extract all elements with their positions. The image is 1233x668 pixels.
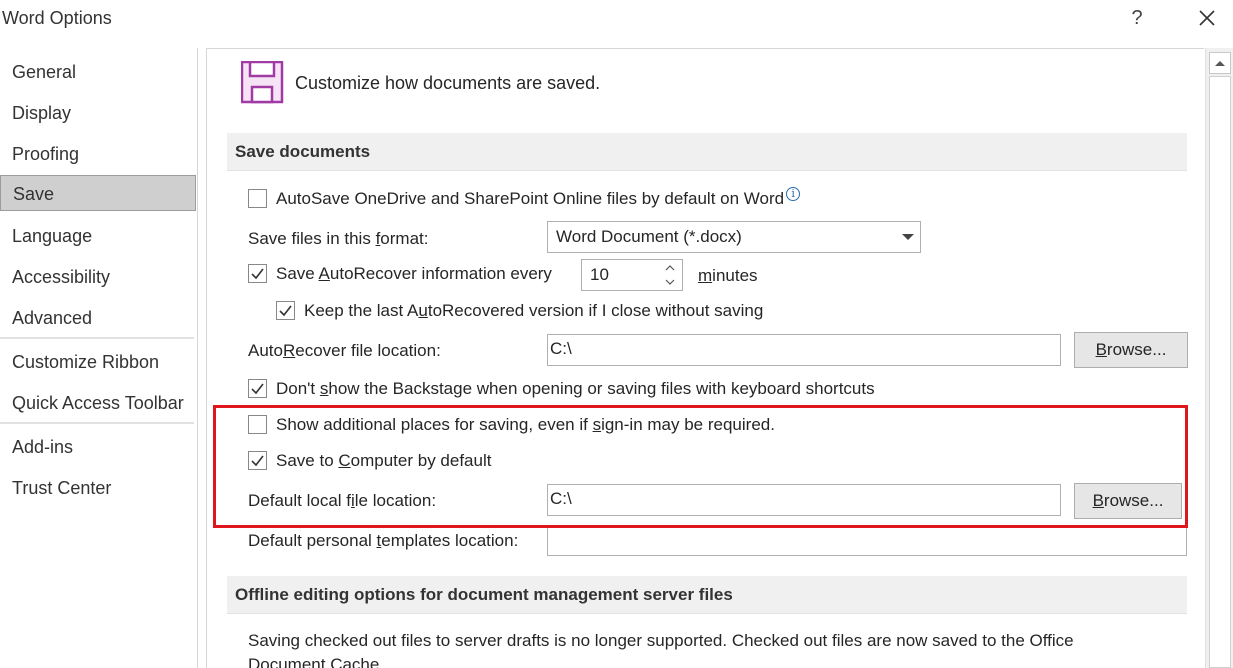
scroll-thumb[interactable] <box>1209 76 1231 668</box>
section-title: Offline editing options for document man… <box>235 585 733 604</box>
save-format-value: Word Document (*.docx) <box>556 227 742 246</box>
info-icon[interactable]: i <box>786 187 801 201</box>
save-floppy-icon <box>241 61 284 104</box>
templates-location-label: Default personal templates location: <box>248 531 519 550</box>
checkmark-icon <box>279 305 292 317</box>
section-header-offline-editing: Offline editing options for document man… <box>227 576 1187 614</box>
close-button[interactable] <box>1192 4 1222 32</box>
sidebar-item-trust-center[interactable]: Trust Center <box>0 470 196 506</box>
spin-arrows-icon[interactable] <box>664 262 676 288</box>
title-bar: Word Options ? <box>0 0 1233 40</box>
save-format-dropdown[interactable]: Word Document (*.docx) <box>547 221 921 253</box>
chevron-up-icon <box>1215 61 1225 66</box>
minutes-label: minutes <box>698 266 758 285</box>
page-heading: Customize how documents are saved. <box>295 73 601 93</box>
autorecover-browse-button[interactable]: Browse... <box>1074 332 1188 368</box>
keep-last-version-checkbox[interactable] <box>276 301 295 320</box>
sidebar-item-proofing[interactable]: Proofing <box>0 136 196 172</box>
autorecover-checkbox[interactable] <box>248 264 267 283</box>
sidebar-item-add-ins[interactable]: Add-ins <box>0 429 196 465</box>
autorecover-label: Save AutoRecover information every <box>276 264 552 283</box>
autosave-text: AutoSave OneDrive and SharePoint Online … <box>276 189 785 208</box>
offline-description: Saving checked out files to server draft… <box>248 631 1074 668</box>
autorecover-location-input[interactable]: C:\ <box>547 334 1061 366</box>
autosave-label: AutoSave OneDrive and SharePoint Online … <box>276 187 801 209</box>
checkmark-icon <box>251 383 264 395</box>
keep-last-version-label: Keep the last AutoRecovered version if I… <box>304 301 764 320</box>
sidebar-item-display[interactable]: Display <box>0 95 196 131</box>
sidebar-item-quick-access-toolbar[interactable]: Quick Access Toolbar <box>0 385 196 421</box>
hide-backstage-label: Don't show the Backstage when opening or… <box>276 379 875 398</box>
sidebar: General Display Proofing Save Language A… <box>0 48 198 668</box>
window-title: Word Options <box>2 8 112 28</box>
section-header-save-documents: Save documents <box>227 133 1187 171</box>
autorecover-minutes-value: 10 <box>590 265 609 284</box>
chevron-down-icon <box>902 234 914 240</box>
highlight-box <box>213 405 1188 528</box>
autorecover-location-label: AutoRecover file location: <box>248 341 441 360</box>
close-icon <box>1199 10 1215 26</box>
sidebar-separator <box>0 337 194 339</box>
sidebar-item-customize-ribbon[interactable]: Customize Ribbon <box>0 344 196 380</box>
sidebar-item-language[interactable]: Language <box>0 218 196 254</box>
templates-location-input[interactable] <box>547 526 1187 556</box>
sidebar-item-general[interactable]: General <box>0 54 196 90</box>
sidebar-item-accessibility[interactable]: Accessibility <box>0 259 196 295</box>
autosave-checkbox[interactable] <box>248 189 267 208</box>
hide-backstage-checkbox[interactable] <box>248 379 267 398</box>
checkmark-icon <box>251 268 264 280</box>
autorecover-minutes-stepper[interactable]: 10 <box>581 259 683 291</box>
options-content: Customize how documents are saved. Save … <box>206 48 1204 668</box>
vertical-scrollbar[interactable] <box>1205 48 1233 668</box>
section-title: Save documents <box>235 142 371 161</box>
scroll-up-button[interactable] <box>1209 52 1231 74</box>
sidebar-item-save[interactable]: Save <box>0 175 196 211</box>
save-format-label: Save files in this format: <box>248 229 429 248</box>
sidebar-item-advanced[interactable]: Advanced <box>0 300 196 336</box>
sidebar-separator <box>0 422 194 424</box>
help-button[interactable]: ? <box>1125 4 1149 32</box>
